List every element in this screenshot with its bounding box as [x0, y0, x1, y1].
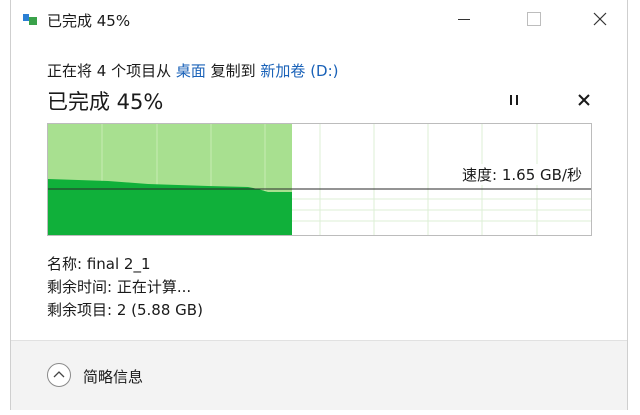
minimize-button[interactable]	[441, 0, 487, 38]
time-remaining: 剩余时间: 正在计算...	[47, 278, 192, 296]
source-link[interactable]: 桌面	[176, 62, 206, 80]
progress-heading: 已完成 45%	[47, 90, 164, 114]
copy-description: 正在将 4 个项目从 桌面 复制到 新加卷 (D:)	[47, 60, 339, 81]
fewer-details-button[interactable]	[47, 363, 71, 387]
minimize-icon	[458, 19, 470, 20]
title-bar: 已完成 45%	[11, 0, 627, 38]
close-icon	[593, 12, 607, 26]
copy-dialog-window: 已完成 45% 正在将 4 个项目从 桌面 复制到 新加卷 (D:) 已完成 4…	[10, 0, 628, 410]
maximize-button[interactable]	[511, 0, 557, 38]
speed-label: 速度: 1.65 GB/秒	[461, 164, 583, 185]
file-name: 名称: final 2_1	[47, 255, 151, 273]
close-button[interactable]	[577, 0, 623, 38]
copy-prefix: 正在将 4 个项目从	[47, 62, 176, 80]
chevron-up-icon	[53, 371, 65, 378]
fewer-details-label[interactable]: 简略信息	[83, 366, 143, 387]
items-remaining: 剩余项目: 2 (5.88 GB)	[47, 301, 203, 319]
file-copy-icon	[23, 14, 37, 25]
pause-button[interactable]	[503, 89, 525, 111]
maximize-icon	[527, 12, 541, 26]
footer-bar: 简略信息	[11, 340, 627, 410]
cancel-button[interactable]	[573, 89, 595, 111]
pause-icon	[510, 95, 518, 105]
transfer-speed-graph: 速度: 1.65 GB/秒	[47, 123, 592, 236]
window-title: 已完成 45%	[47, 12, 131, 30]
stop-icon	[578, 94, 590, 106]
destination-link[interactable]: 新加卷 (D:)	[260, 62, 338, 80]
copy-middle: 复制到	[205, 62, 261, 80]
